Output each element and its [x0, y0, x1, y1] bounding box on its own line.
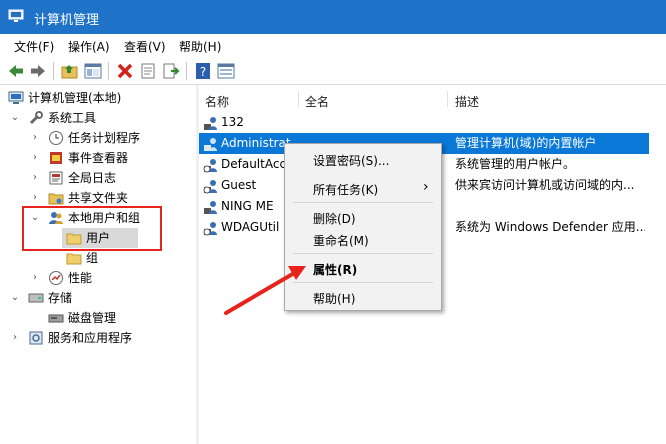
annotation-arrow-icon [224, 266, 306, 315]
